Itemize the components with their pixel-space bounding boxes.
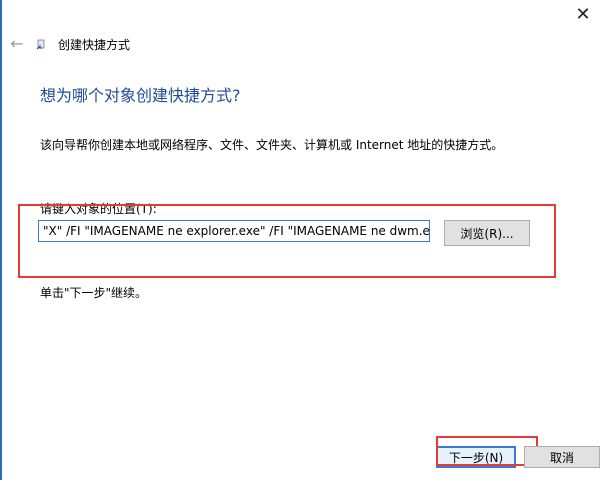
close-button[interactable]: ✕ bbox=[566, 0, 600, 28]
location-field-label: 请键入对象的位置(T): bbox=[40, 202, 157, 216]
continue-hint: 单击"下一步"继续。 bbox=[40, 286, 148, 300]
window-left-edge bbox=[0, 0, 2, 480]
close-icon: ✕ bbox=[575, 3, 591, 25]
page-heading: 想为哪个对象创建快捷方式? bbox=[40, 86, 241, 105]
location-input[interactable]: "X" /FI "IMAGENAME ne explorer.exe" /FI … bbox=[38, 220, 430, 242]
back-arrow-icon: ← bbox=[10, 33, 24, 53]
window-title: 创建快捷方式 bbox=[58, 38, 131, 52]
shortcut-icon bbox=[36, 39, 45, 50]
cancel-button[interactable]: 取消 bbox=[524, 446, 600, 468]
next-button[interactable]: 下一步(N) bbox=[436, 446, 516, 468]
create-shortcut-window: ✕ ← 创建快捷方式 想为哪个对象创建快捷方式? 该向导帮你创建本地或网络程序、… bbox=[0, 0, 600, 480]
wizard-description: 该向导帮你创建本地或网络程序、文件、文件夹、计算机或 Internet 地址的快… bbox=[40, 138, 504, 152]
back-button[interactable]: ← bbox=[6, 32, 28, 54]
browse-button[interactable]: 浏览(R)... bbox=[444, 220, 530, 246]
